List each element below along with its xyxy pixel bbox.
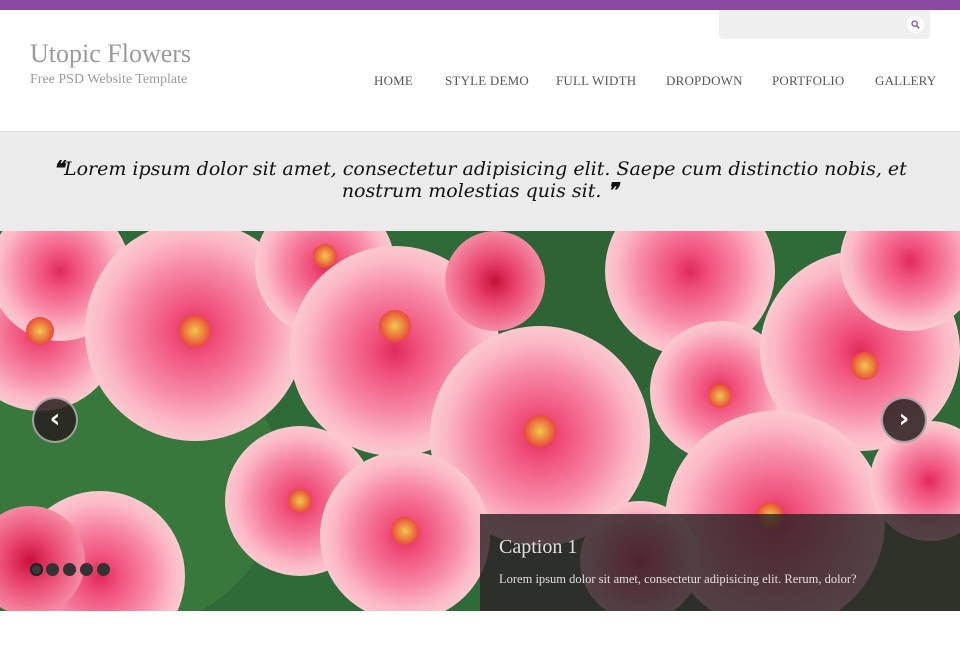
chevron-right-icon: › [898, 404, 910, 434]
caption-title: Caption 1 [499, 536, 578, 558]
main-nav: HOME STYLE DEMO FULL WIDTH DROPDOWN PORT… [0, 73, 960, 91]
search-icon [911, 20, 920, 29]
nav-item-home[interactable]: HOME [374, 73, 413, 89]
slider-dot[interactable] [30, 563, 43, 576]
quote-text: Lorem ipsum dolor sit amet, consectetur … [63, 158, 907, 202]
slider-prev-button[interactable]: ‹ [32, 397, 78, 443]
search-button[interactable] [907, 16, 924, 33]
chevron-left-icon: ‹ [49, 404, 61, 434]
quote-band: ❝Lorem ipsum dolor sit amet, consectetur… [0, 131, 960, 231]
slider-next-button[interactable]: › [881, 397, 927, 443]
caption-text: Lorem ipsum dolor sit amet, consectetur … [499, 572, 857, 586]
site-title[interactable]: Utopic Flowers [30, 39, 191, 69]
slider-dot[interactable] [80, 563, 93, 576]
nav-item-dropdown[interactable]: DROPDOWN [666, 73, 743, 89]
close-quote-mark: ❞ [607, 178, 619, 202]
nav-item-gallery[interactable]: GALLERY [875, 73, 936, 89]
nav-item-portfolio[interactable]: PORTFOLIO [772, 73, 845, 89]
nav-item-full-width[interactable]: FULL WIDTH [556, 73, 636, 89]
top-accent-bar [0, 0, 960, 10]
slider-dot[interactable] [46, 563, 59, 576]
slider-dot[interactable] [97, 563, 110, 576]
image-slider: ‹ › Caption 1 Lorem ipsum dolor sit amet… [0, 231, 960, 611]
nav-item-style-demo[interactable]: STYLE DEMO [445, 73, 529, 89]
search-box [719, 10, 930, 39]
quote-text-block: ❝Lorem ipsum dolor sit amet, consectetur… [20, 158, 940, 202]
slide-caption: Caption 1 Lorem ipsum dolor sit amet, co… [480, 514, 960, 611]
slider-dot[interactable] [63, 563, 76, 576]
open-quote-mark: ❝ [53, 156, 64, 180]
search-input[interactable] [719, 10, 899, 39]
